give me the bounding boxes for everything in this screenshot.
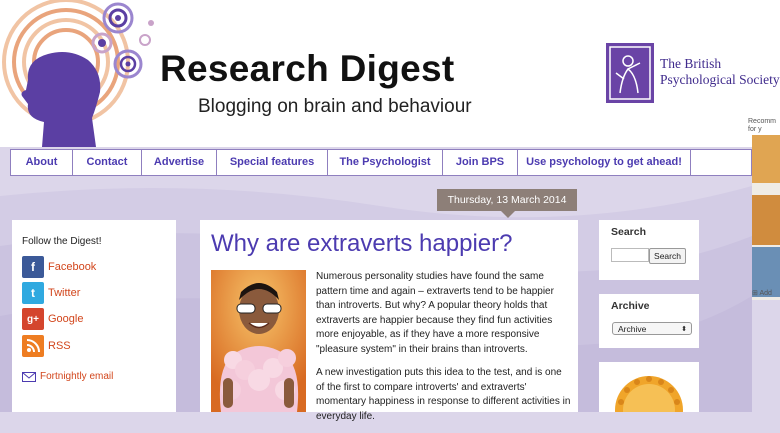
post-image[interactable] [211,270,306,412]
bps-logo[interactable] [606,43,654,103]
nav-use-psychology[interactable]: Use psychology to get ahead! [517,150,690,175]
post-date: Thursday, 13 March 2014 [437,189,577,211]
twitter-icon: t [22,282,44,304]
twitter-label: Twitter [48,287,81,299]
rss-icon [22,335,44,357]
bps-name: The British Psychological Society [660,56,780,88]
site-title[interactable]: Research Digest [160,48,454,90]
facebook-label: Facebook [48,261,97,273]
rss-label: RSS [48,340,71,352]
post-title[interactable]: Why are extraverts happier? [211,230,512,258]
chevron-updown-icon: ⬍ [681,326,687,333]
side-ad-add-label[interactable]: ⊞ Add [752,289,772,297]
post-paragraph-2: A new investigation puts this idea to th… [316,367,571,422]
nav-about[interactable]: About [10,150,72,175]
search-title: Search [611,226,647,238]
archive-selected: Archive [618,324,647,334]
google-plus-icon: g+ [22,308,44,330]
site-tagline: Blogging on brain and behaviour [198,96,472,117]
research-digest-logo[interactable] [0,0,170,147]
nav-the-psychologist[interactable]: The Psychologist [327,150,442,175]
rss-link[interactable]: RSS [22,335,71,357]
post-body: Numerous personality studies have found … [316,270,572,433]
google-link[interactable]: g+ Google [22,308,83,330]
follow-title: Follow the Digest! [22,236,102,247]
bps-name-line1: The British [660,56,722,71]
email-link[interactable]: Fortnightly email [22,371,113,382]
nav-advertise[interactable]: Advertise [141,150,216,175]
nav-empty [690,150,752,175]
award-badge-icon[interactable] [611,372,687,412]
google-label: Google [48,313,84,325]
nav-contact[interactable]: Contact [72,150,141,175]
post-paragraph-1: Numerous personality studies have found … [316,271,554,355]
add-label: Add [759,290,772,297]
date-arrow [501,211,515,218]
archive-panel: Archive [599,294,699,348]
email-label: Fortnightly email [40,371,114,382]
side-ad-line2: for y [748,126,762,133]
side-ad-line1: Recomm [748,118,777,125]
site-header: Research Digest Blogging on brain and be… [0,0,780,147]
side-ad-text: Recomm for y [748,118,776,134]
archive-title: Archive [611,300,650,312]
search-button[interactable]: Search [649,248,686,264]
archive-dropdown[interactable]: Archive ⬍ [612,322,692,335]
search-input[interactable] [611,248,649,262]
nav-special-features[interactable]: Special features [216,150,327,175]
facebook-link[interactable]: f Facebook [22,256,96,278]
envelope-icon [22,371,36,382]
nav-join-bps[interactable]: Join BPS [442,150,517,175]
bps-name-line2: Psychological Society [660,72,780,87]
facebook-icon: f [22,256,44,278]
main-nav: About Contact Advertise Special features… [10,149,752,176]
side-ad-images[interactable] [752,135,780,300]
twitter-link[interactable]: t Twitter [22,282,80,304]
